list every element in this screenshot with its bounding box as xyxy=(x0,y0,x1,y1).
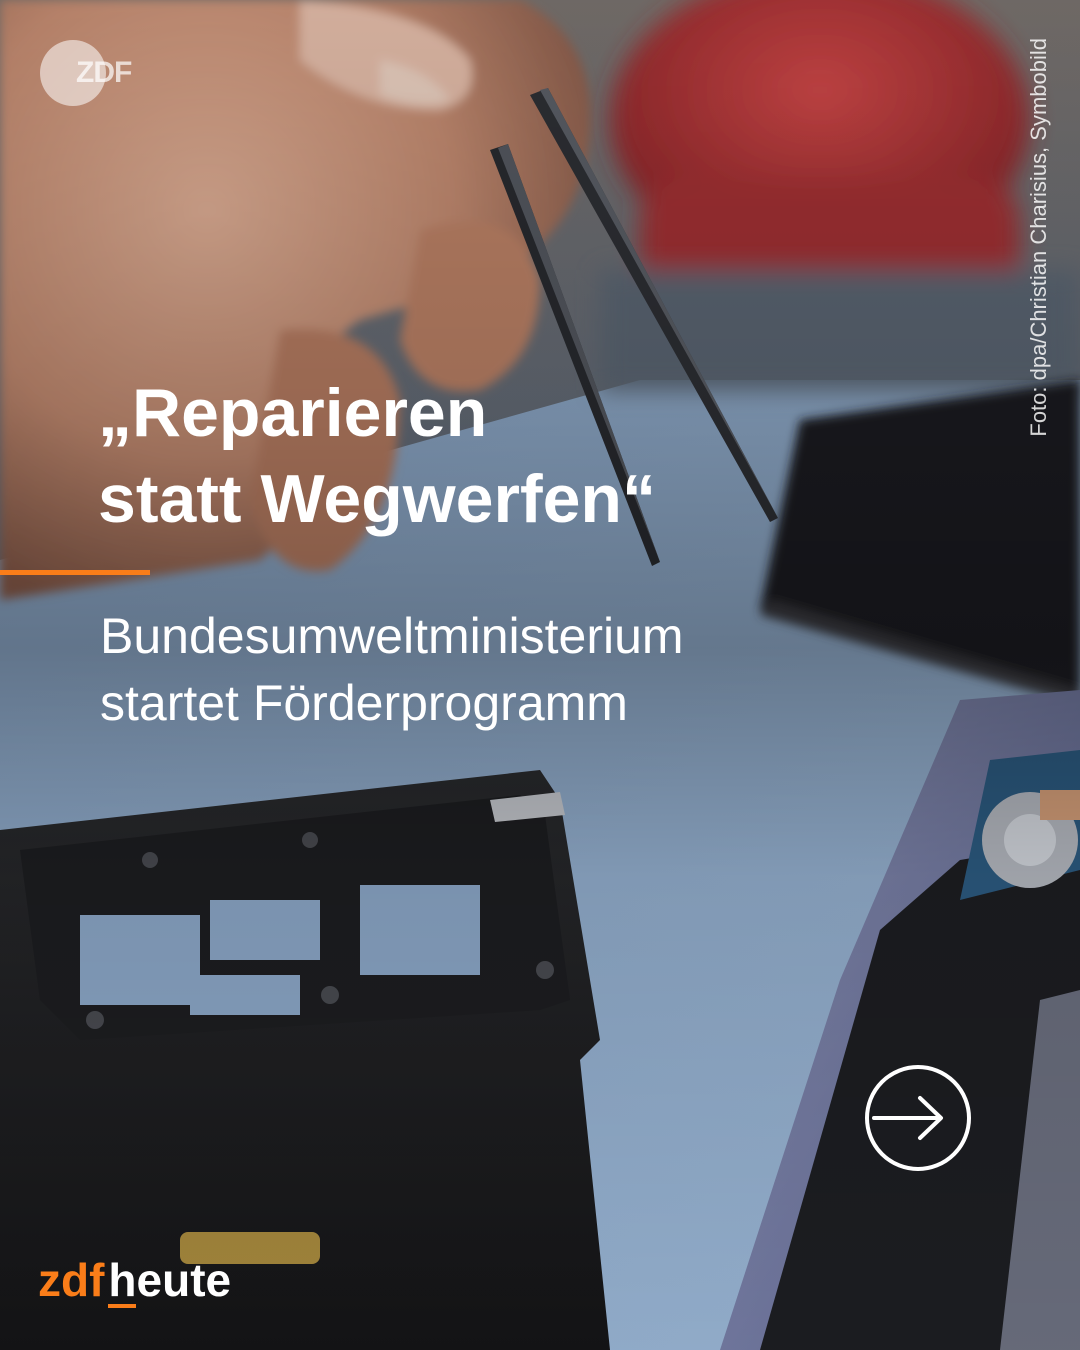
post-card: ZDF Foto: dpa/Christian Charisius, Symbo… xyxy=(0,0,1080,1350)
zdf-logo-text: ZDF xyxy=(76,56,132,89)
brand-heute: heute xyxy=(108,1254,232,1306)
photo-credit: Foto: dpa/Christian Charisius, Symbobild xyxy=(1026,38,1051,437)
brand-zdf: zdf xyxy=(38,1254,105,1306)
next-button[interactable] xyxy=(864,1064,972,1172)
headline: „Reparieren statt Wegwerfen“ xyxy=(98,375,656,537)
subline: Bundesumweltministerium startet Förderpr… xyxy=(100,608,684,731)
arrow-right-circle-icon xyxy=(865,1065,971,1171)
accent-rule xyxy=(0,570,150,575)
zdfheute-logo: zdfheute xyxy=(38,1252,231,1312)
zdf-watermark-logo: ZDF xyxy=(40,40,132,106)
